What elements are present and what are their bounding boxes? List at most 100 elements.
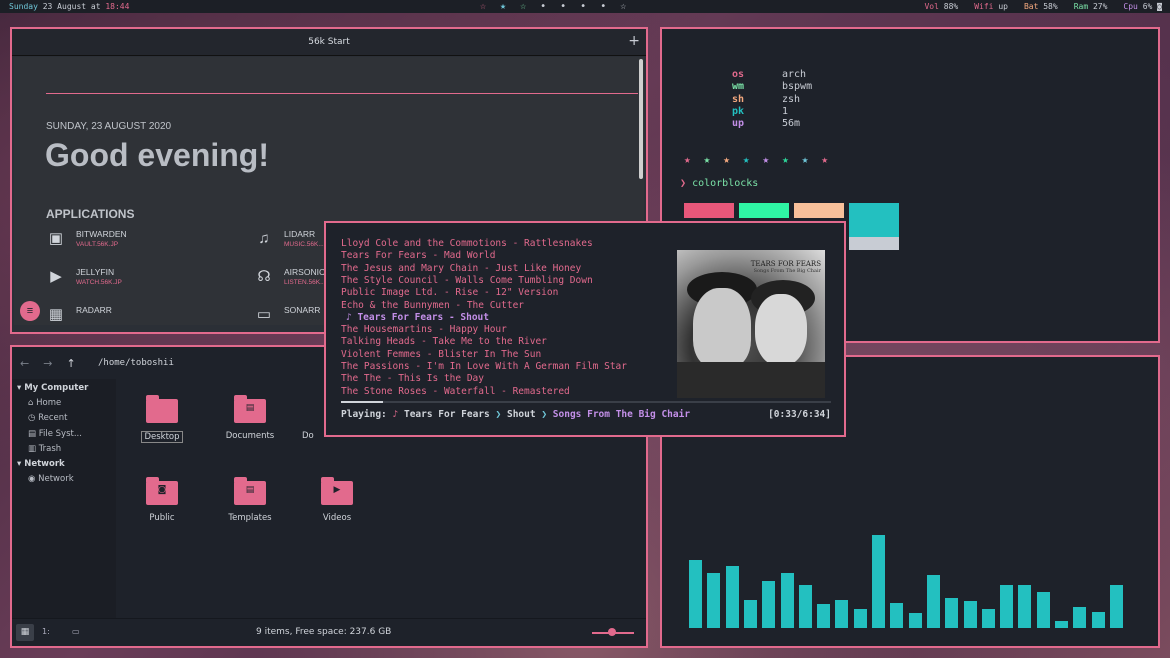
workspace-star-icon[interactable]: ★	[500, 0, 506, 13]
visualizer-bar	[1018, 585, 1032, 628]
sidebar-item-label: File Syst...	[38, 428, 82, 439]
app-link[interactable]: ▣ BITWARDEN VAULT.56K.JP	[46, 229, 127, 249]
playlist-item[interactable]: Violent Femmes - Blister In The Sun	[341, 349, 541, 360]
shell-prompt: ❯ colorblocks	[680, 178, 758, 189]
playlist-item[interactable]: The Jesus and Mary Chain - Just Like Hon…	[341, 263, 581, 274]
trash-icon: ▥	[28, 443, 37, 454]
playback-time: [0:33/6:34]	[768, 409, 831, 420]
progress-bar[interactable]	[341, 401, 831, 403]
sidebar-item-label: Trash	[38, 443, 62, 454]
location-path[interactable]: /home/toboshii	[98, 358, 174, 368]
folder-item[interactable]: ◙ Public	[132, 477, 192, 523]
music-player-window[interactable]: Lloyd Cole and the Commotions - Rattlesn…	[324, 221, 846, 437]
menu-button[interactable]: ≡	[20, 301, 40, 321]
workspace-star-icon[interactable]: ☆	[480, 0, 486, 13]
playlist-item[interactable]: The Stone Roses - Waterfall - Remastered	[341, 386, 570, 397]
new-tab-button[interactable]: +	[628, 33, 640, 49]
visualizer-bar	[707, 573, 721, 628]
folder-label: Do	[302, 431, 314, 441]
playlist-item[interactable]: Lloyd Cole and the Commotions - Rattlesn…	[341, 238, 593, 249]
visualizer-bar	[872, 534, 885, 628]
playlist-item[interactable]: Talking Heads - Take Me to the River	[341, 336, 547, 347]
discord-icon[interactable]: ◙	[1157, 2, 1162, 11]
folder-label: Videos	[322, 513, 352, 523]
cpu-stat: Cpu 6% ◙	[1123, 0, 1162, 13]
app-link[interactable]: ▶ JELLYFIN WATCH.56K.JP	[46, 267, 122, 287]
clock: Sunday 23 August at 18:44	[9, 0, 129, 13]
info-row: os arch	[732, 69, 806, 80]
app-link[interactable]: ♫ LIDARR MUSIC.56K...	[254, 229, 324, 249]
separator-icon: ❯	[495, 409, 502, 420]
sidebar-item[interactable]: ◉ Network	[28, 474, 74, 484]
browser-tab-title[interactable]: 56k Start	[12, 37, 646, 47]
up-button[interactable]: ↑	[66, 357, 75, 370]
browser-tabbar: 56k Start +	[12, 29, 646, 56]
app-name: AIRSONIC	[284, 267, 326, 277]
applications-heading: APPLICATIONS	[46, 207, 135, 221]
workspace-indicators[interactable]: ☆ ★ ☆ • • • • ☆	[480, 0, 626, 13]
visualizer-bar	[890, 602, 904, 628]
app-link[interactable]: ☊ AIRSONIC LISTEN.56K...	[254, 267, 326, 287]
app-text: RADARR	[76, 305, 112, 316]
film-icon: ▦	[48, 306, 64, 323]
workspace-star-icon[interactable]: •	[580, 0, 586, 13]
playlist-item-current[interactable]: ♪ Tears For Fears - Shout	[346, 312, 489, 323]
album-art-subtitle: Songs From The Big Chair	[753, 268, 821, 274]
back-button[interactable]: ←	[20, 357, 29, 370]
folder-item[interactable]: ▤ Documents	[220, 395, 280, 441]
app-link[interactable]: ▭ SONARR	[254, 305, 320, 325]
playlist-item[interactable]: The Housemartins - Happy Hour	[341, 324, 507, 335]
playlist-item[interactable]: The The - This Is the Day	[341, 373, 484, 384]
playlist-item[interactable]: The Style Council - Walls Come Tumbling …	[341, 275, 593, 286]
status-bar: ▦ 1: ▭ 9 items, Free space: 237.6 GB	[12, 618, 646, 646]
sidebar-item[interactable]: ◷ Recent	[28, 413, 68, 423]
workspace-star-icon[interactable]: ☆	[620, 0, 626, 13]
folder-item[interactable]: Desktop	[132, 395, 192, 443]
shield-icon: ▣	[48, 230, 64, 247]
forward-button[interactable]: →	[43, 357, 52, 370]
workspace-star-icon[interactable]: •	[560, 0, 566, 13]
folder-item[interactable]: ▶ Videos	[307, 477, 367, 523]
volume-stat[interactable]: Vol 88%	[924, 0, 958, 13]
compact-view-button[interactable]: 1:	[42, 627, 50, 636]
sidebar-item[interactable]: ▥ Trash	[28, 444, 61, 454]
prompt-arrow: ❯	[680, 178, 687, 189]
playlist-item[interactable]: The Passions - I'm In Love With A German…	[341, 361, 627, 372]
clock-icon: ◷	[28, 413, 36, 424]
start-date: SUNDAY, 23 AUGUST 2020	[46, 121, 172, 132]
visualizer-bar	[853, 608, 867, 628]
wifi-stat[interactable]: Wifi up	[974, 0, 1008, 13]
prompt-command: colorblocks	[692, 178, 759, 189]
playlist-item[interactable]: Public Image Ltd. - Rise - 12" Version	[341, 287, 558, 298]
zoom-slider-knob[interactable]	[608, 628, 616, 636]
app-name: JELLYFIN	[76, 267, 115, 277]
folder-item[interactable]: ▤ Templates	[220, 477, 280, 523]
info-key: sh	[732, 93, 745, 105]
folder-label: Desktop	[141, 431, 183, 443]
workspace-star-icon[interactable]: ☆	[520, 0, 526, 13]
app-name: LIDARR	[284, 229, 316, 239]
app-link[interactable]: ▦ RADARR	[46, 305, 112, 325]
volume-value: 88%	[943, 2, 959, 11]
app-text: LIDARR MUSIC.56K...	[284, 229, 324, 249]
ram-value: 27%	[1092, 2, 1108, 11]
folder-icon: ▤	[234, 395, 266, 423]
playlist-item[interactable]: Echo & the Bunnymen - The Cutter	[341, 300, 524, 311]
sidebar-item[interactable]: ⌂ Home	[28, 398, 61, 408]
color-stars: ★ ★ ★ ★ ★ ★ ★ ★	[684, 153, 828, 166]
playlist-item[interactable]: Tears For Fears - Mad World	[341, 250, 495, 261]
sidebar-item[interactable]: ▤ File Syst...	[28, 429, 82, 439]
list-view-button[interactable]: ▭	[72, 627, 80, 636]
star-icon: ★	[703, 153, 711, 166]
visualizer-bar	[1109, 585, 1123, 628]
folder-item[interactable]: Do	[302, 395, 322, 441]
headphones-icon: ☊	[257, 268, 271, 285]
workspace-star-icon[interactable]: •	[600, 0, 606, 13]
toggle-sidebar-button[interactable]: ▦	[16, 624, 34, 641]
app-text: JELLYFIN WATCH.56K.JP	[76, 267, 122, 287]
star-icon: ★	[762, 153, 770, 166]
workspace-star-icon[interactable]: •	[540, 0, 546, 13]
info-value: 1	[782, 105, 789, 117]
top-status-bar: Sunday 23 August at 18:44 ☆ ★ ☆ • • • • ☆ Vol 8…	[0, 0, 1170, 13]
scrollbar-thumb[interactable]	[639, 59, 643, 179]
